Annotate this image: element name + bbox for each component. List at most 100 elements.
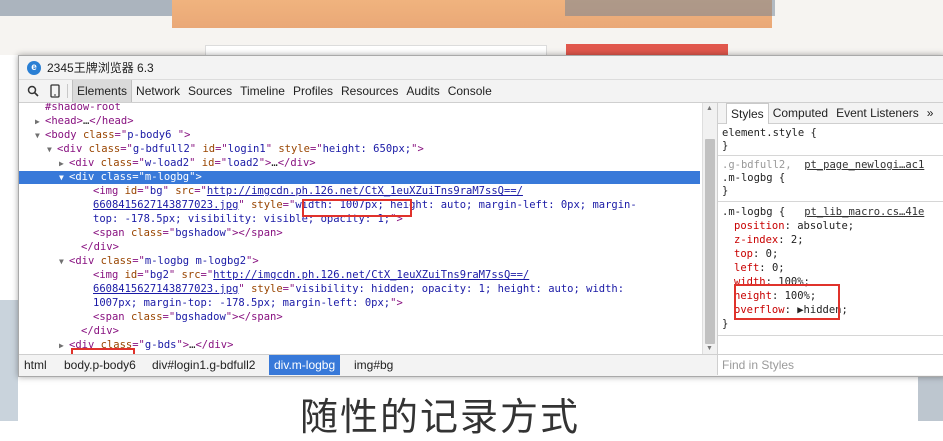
tab-profiles[interactable]: Profiles (289, 80, 337, 102)
dom-node[interactable]: #shadow-root (19, 103, 700, 114)
dom-node[interactable]: ▼ <div class="g-bdfull2" id="login1" styl… (19, 143, 700, 156)
rule2-source-link[interactable]: pt_page_newlogi…ac1 (804, 159, 924, 171)
breadcrumb-item[interactable]: div.m-logbg (269, 355, 341, 375)
title-bar: e 2345王牌浏览器 6.3 (19, 56, 943, 80)
rule2-selector[interactable]: .m-logbg { (722, 171, 785, 185)
dom-node[interactable]: ▼ <div class="m-logbg m-logbg2"> (19, 255, 700, 268)
tab-network[interactable]: Network (132, 80, 184, 102)
expand-right-icon[interactable]: ▶ (35, 115, 45, 128)
dom-token: "> (390, 297, 403, 309)
expand-down-icon[interactable]: ▼ (59, 171, 69, 184)
breadcrumb-item[interactable]: body.p-body6 (59, 355, 141, 375)
tab-elements[interactable]: Elements (72, 80, 133, 102)
dom-node[interactable]: 1007px; margin-top: -178.5px; margin-lef… (19, 297, 700, 310)
styles-tab-event-listeners[interactable]: Event Listeners (832, 103, 923, 123)
breadcrumb-item[interactable]: div#login1.g-bdfull2 (147, 355, 260, 375)
dom-node[interactable]: <span class="bgshadow"></span> (19, 227, 700, 240)
scroll-down-icon[interactable]: ▼ (706, 345, 713, 352)
css-property[interactable]: left: 0; (734, 261, 785, 275)
toolbar-separator (67, 84, 68, 98)
dom-token: 1007px; margin-top: -178.5px; margin-lef… (93, 297, 391, 309)
expand-right-icon[interactable]: ▶ (59, 339, 69, 352)
dom-node[interactable]: </div> (19, 241, 700, 254)
elements-scrollbar[interactable]: ▲ ▼ (702, 103, 717, 354)
css-property-name[interactable]: z-index (734, 234, 778, 246)
tab-resources[interactable]: Resources (337, 80, 402, 102)
dom-token: "> (411, 143, 424, 155)
dom-node[interactable]: </div> (19, 325, 700, 338)
rule-divider (718, 335, 943, 336)
dom-node[interactable]: <span class="bgshadow"></span> (19, 311, 700, 324)
styles-tab-styles[interactable]: Styles (726, 103, 769, 124)
expand-right-icon[interactable]: ▶ (59, 157, 69, 170)
dom-node[interactable]: ▼ <body class="p-body6 "> (19, 129, 700, 142)
dom-token: <img (93, 269, 125, 281)
rule3-source-link[interactable]: pt_lib_macro.cs…41e (804, 206, 924, 218)
dom-node[interactable]: <img id="bg2" src="http://imgcdn.ph.126.… (19, 269, 700, 282)
dom-token: =" (282, 283, 296, 295)
css-property-name[interactable]: top (734, 248, 753, 260)
dom-token: " (238, 199, 252, 211)
css-property[interactable]: top: 0; (734, 247, 778, 261)
dom-token: =" (194, 185, 207, 197)
dom-token: bg2 (149, 269, 169, 281)
scrollbar-thumb[interactable] (705, 139, 715, 344)
tab-audits[interactable]: Audits (402, 80, 443, 102)
dom-node[interactable]: 6608415627143877023.jpg" style="visibili… (19, 283, 700, 296)
dom-token: =" (120, 143, 133, 155)
css-property-value[interactable]: absolute; (797, 220, 854, 232)
dom-token: bgshadow (175, 227, 226, 239)
inspect-element-icon[interactable] (25, 83, 41, 99)
dom-token: class (130, 311, 163, 323)
dom-token: id (124, 185, 138, 197)
highlight-box-width-height (734, 284, 840, 320)
rule3-selector-line: .m-logbg { pt_lib_macro.cs…41e (722, 205, 924, 219)
dom-token: " (265, 143, 279, 155)
device-mode-icon[interactable] (47, 83, 63, 99)
dom-token: =" (162, 311, 176, 323)
css-property-value[interactable]: 0; (766, 248, 779, 260)
breadcrumb-item[interactable]: img#bg (349, 355, 398, 375)
element-style-rule[interactable]: element.style { (722, 126, 817, 140)
css-property[interactable]: position: absolute; (734, 219, 854, 233)
elements-tree[interactable]: #shadow-root ▶ <head>…</head> ▼ <body class=… (19, 103, 700, 354)
panel-tabs: Elements Network Sources Timeline Profiles Re… (72, 80, 496, 102)
dom-token: "></span> (225, 227, 283, 239)
dom-token: </head> (89, 115, 134, 127)
expand-down-icon[interactable]: ▼ (47, 143, 57, 156)
dom-node[interactable]: <img id="bg" src="http://imgcdn.ph.126.n… (19, 185, 700, 198)
rule3-selector[interactable]: .m-logbg { (722, 206, 785, 218)
find-in-styles-input[interactable]: Find in Styles (717, 355, 943, 375)
tab-timeline[interactable]: Timeline (236, 80, 289, 102)
dom-token: <span (93, 227, 131, 239)
dom-token[interactable]: 6608415627143877023.jpg (93, 199, 238, 211)
dom-token: id (202, 143, 216, 155)
dom-token[interactable]: http://imgcdn.ph.126.net/CtX_1euXZuiTns9… (207, 185, 523, 197)
dom-node[interactable]: ▶ <head>…</head> (19, 115, 700, 128)
dom-token[interactable]: 6608415627143877023.jpg (93, 283, 238, 295)
tab-console[interactable]: Console (444, 80, 496, 102)
dom-token: " (238, 283, 252, 295)
css-property-name[interactable]: position (734, 220, 785, 232)
tab-sources[interactable]: Sources (184, 80, 236, 102)
rule-divider (718, 201, 943, 202)
dom-token: style (251, 283, 283, 295)
dom-token: w-load2 (144, 157, 190, 169)
dom-token: "> (176, 339, 190, 351)
dom-token[interactable]: http://imgcdn.ph.126.net/CtX_1euXZuiTns9… (213, 269, 529, 281)
breadcrumb-item[interactable]: html (19, 355, 52, 375)
expand-down-icon[interactable]: ▼ (59, 255, 69, 268)
styles-tab-computed[interactable]: Computed (769, 103, 832, 123)
dom-node-selected[interactable]: ▼ <div class="m-logbg"> (19, 171, 700, 184)
css-property[interactable]: z-index: 2; (734, 233, 804, 247)
expand-down-icon[interactable]: ▼ (35, 129, 45, 142)
dom-token: "></span> (225, 311, 283, 323)
css-property-value[interactable]: 0; (772, 262, 785, 274)
more-tabs-icon[interactable]: » (923, 103, 938, 123)
rule-close: } (722, 140, 729, 152)
css-property-value[interactable]: 2; (791, 234, 804, 246)
css-property-name[interactable]: left (734, 262, 759, 274)
dom-token: =" (162, 227, 176, 239)
scroll-up-icon[interactable]: ▲ (706, 105, 713, 112)
dom-node[interactable]: ▶ <div class="w-load2" id="load2">…</div> (19, 157, 700, 170)
